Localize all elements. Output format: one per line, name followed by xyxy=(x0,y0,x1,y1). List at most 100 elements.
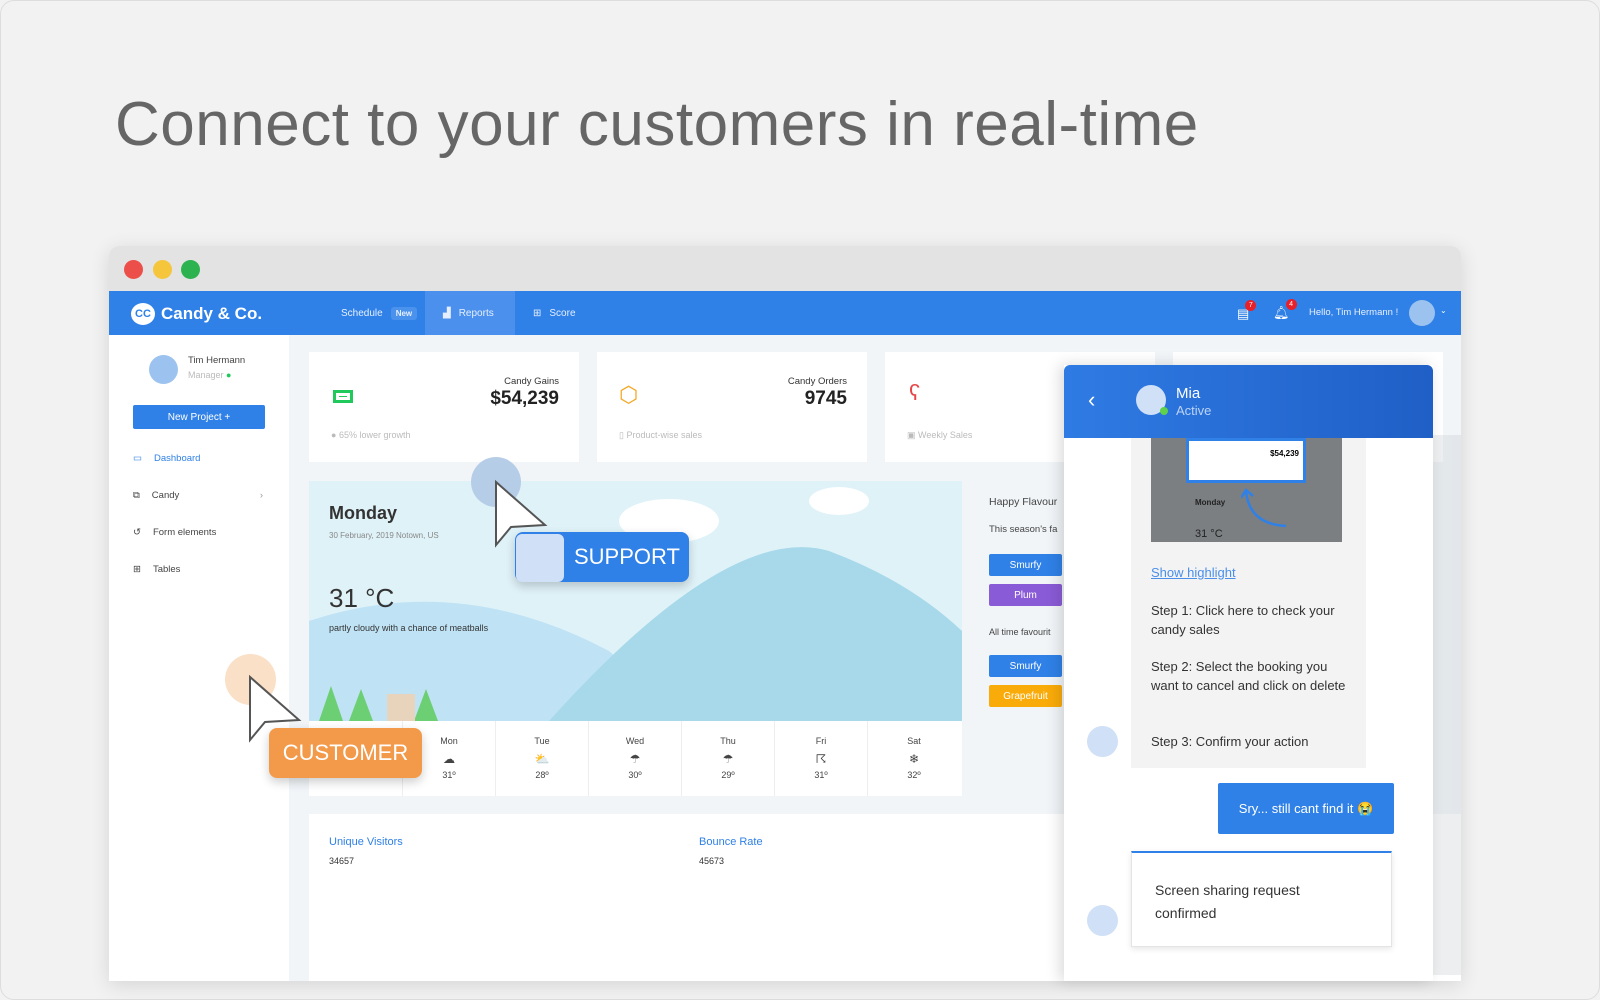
sidebar-item-dashboard[interactable]: ▭ Dashboard xyxy=(133,453,263,464)
flavour-grapefruit-button[interactable]: Grapefruit xyxy=(989,685,1062,707)
forecast-temp: 28º xyxy=(535,770,549,780)
nav-reports[interactable]: ▟ Reports xyxy=(425,291,515,335)
new-project-button[interactable]: New Project + xyxy=(133,405,265,429)
weather-date: 30 February, 2019 Notown, US xyxy=(329,531,439,540)
card-candy-gains: Candy Gains $54,239 ● 65% lower growth xyxy=(309,352,579,462)
stat-value: 45673 xyxy=(699,856,725,866)
landscape-illustration xyxy=(309,487,962,721)
user-role: Manager ● xyxy=(188,370,231,380)
contact-status: Active xyxy=(1176,403,1212,418)
support-avatar xyxy=(516,533,564,582)
table-icon: ⊞ xyxy=(133,564,141,575)
mia-avatar xyxy=(1087,726,1118,757)
bookmark-icon: ⊞ xyxy=(533,307,542,319)
support-message: $54,239 Monday 31 °C Show highlight Step… xyxy=(1131,438,1366,768)
forecast-sat: Sat ❄ 32º xyxy=(867,721,960,796)
new-badge: New xyxy=(390,306,418,320)
role-text: Manager xyxy=(188,370,224,380)
forecast-day: Sat xyxy=(907,736,921,746)
curved-arrow-icon xyxy=(1241,488,1287,528)
forecast-temp: 32º xyxy=(907,770,921,780)
nav-schedule[interactable]: Schedule New xyxy=(323,291,435,335)
card-footer: ▣ Weekly Sales xyxy=(907,430,973,440)
forecast-fri: Fri ☈ 31º xyxy=(774,721,867,796)
confirmation-text: Screen sharing request confirmed xyxy=(1155,882,1300,921)
candy-cane-icon: ʕ xyxy=(909,380,920,405)
stat-label: Unique Visitors xyxy=(329,836,403,848)
footer-text: Product-wise sales xyxy=(626,430,702,440)
partly-cloudy-icon: ⛅ xyxy=(534,752,550,766)
preview-temp: 31 °C xyxy=(1195,528,1223,540)
sidebar-item-candy[interactable]: ⧉ Candy › xyxy=(133,490,263,501)
support-label: SUPPORT xyxy=(574,544,680,569)
chat-header: ‹ Mia Active xyxy=(1064,365,1433,438)
step-2: Step 2: Select the booking you want to c… xyxy=(1151,659,1346,693)
stat-label: Bounce Rate xyxy=(699,836,763,848)
sidebar-item-label: Tables xyxy=(152,564,181,575)
chevron-down-icon[interactable]: ⌄ xyxy=(1440,306,1447,315)
top-nav: CC Candy & Co. Schedule New ▟ Reports ⊞ Scor… xyxy=(109,291,1461,335)
history-icon: ↺ xyxy=(133,527,141,538)
screenshot-preview[interactable]: $54,239 Monday 31 °C xyxy=(1151,438,1342,542)
monitor-icon: ▭ xyxy=(133,453,142,464)
page: Connect to your customers in real-time C… xyxy=(0,0,1600,1000)
back-button[interactable]: ‹ xyxy=(1088,387,1095,413)
sidebar-item-form-elements[interactable]: ↺ Form elements xyxy=(133,527,263,538)
card-label: Candy Gains xyxy=(504,376,559,387)
stat-value: 34657 xyxy=(329,856,355,866)
confirmation-message: Screen sharing request confirmed xyxy=(1131,851,1392,947)
weather-description: partly cloudy with a chance of meatballs xyxy=(329,623,489,633)
logo-icon: CC xyxy=(131,303,155,325)
notifications-button[interactable]: 🔔︎ 4 xyxy=(1273,299,1297,321)
online-dot-icon: ● xyxy=(226,370,232,380)
minimize-window-button[interactable] xyxy=(153,260,172,279)
nav-score[interactable]: ⊞ Score xyxy=(515,291,594,335)
sidebar-item-tables[interactable]: ⊞ Tables xyxy=(133,564,263,575)
online-dot-icon xyxy=(1160,407,1168,415)
customer-tag: CUSTOMER xyxy=(269,728,422,778)
flavour-plum-button[interactable]: Plum xyxy=(989,584,1062,606)
headline: Connect to your customers in real-time xyxy=(115,90,1199,159)
chevron-right-icon: › xyxy=(259,490,263,501)
forecast-temp: 29º xyxy=(721,770,735,780)
maximize-window-button[interactable] xyxy=(181,260,200,279)
contact-name: Mia xyxy=(1176,385,1201,402)
money-icon xyxy=(333,390,353,403)
mia-avatar xyxy=(1087,905,1118,936)
forecast-day: Tue xyxy=(534,736,550,746)
nav-label: Reports xyxy=(458,307,494,319)
forecast-temp: 31º xyxy=(814,770,828,780)
documents-count: 7 xyxy=(1245,300,1257,311)
close-window-button[interactable] xyxy=(124,260,143,279)
sidebar-item-label: Dashboard xyxy=(153,453,201,464)
chart-icon: ▟ xyxy=(443,307,451,319)
footer-text: 65% lower growth xyxy=(338,430,411,440)
user-avatar[interactable] xyxy=(1409,300,1435,326)
brand-name: Candy & Co. xyxy=(161,304,263,323)
weather-temp: 31 °C xyxy=(329,583,395,613)
rain-icon: ☂ xyxy=(629,752,641,766)
support-tag: SUPPORT xyxy=(515,532,689,582)
card-footer: ▯ Product-wise sales xyxy=(619,430,702,440)
card-value: $54,239 xyxy=(490,388,559,409)
forecast-wed: Wed ☂ 30º xyxy=(588,721,681,796)
brand-logo[interactable]: CC Candy & Co. xyxy=(131,303,262,325)
copy-icon: ⧉ xyxy=(133,490,140,501)
show-highlight-link[interactable]: Show highlight xyxy=(1151,563,1236,582)
forecast-day: Thu xyxy=(720,736,736,746)
weather-day: Monday xyxy=(329,503,398,523)
rain-icon: ☂ xyxy=(722,752,734,766)
box-icon: ⬡ xyxy=(619,382,639,407)
nav-label: Schedule xyxy=(341,307,383,319)
greeting: Hello, Tim Hermann ! xyxy=(1309,307,1399,318)
highlight-box: $54,239 xyxy=(1186,438,1306,483)
user-name: Tim Hermann xyxy=(188,355,246,366)
storm-icon: ☈ xyxy=(815,752,827,766)
user-message: Sry... still cant find it 😭 xyxy=(1218,783,1394,834)
flavour-smurfy-button[interactable]: Smurfy xyxy=(989,554,1062,576)
nav-label: Score xyxy=(549,307,576,319)
footer-text: Weekly Sales xyxy=(918,430,973,440)
flavour-smurfy-button[interactable]: Smurfy xyxy=(989,655,1062,677)
documents-button[interactable]: ▤ 7 xyxy=(1237,300,1257,322)
season-label: This season's fa xyxy=(989,524,1058,535)
